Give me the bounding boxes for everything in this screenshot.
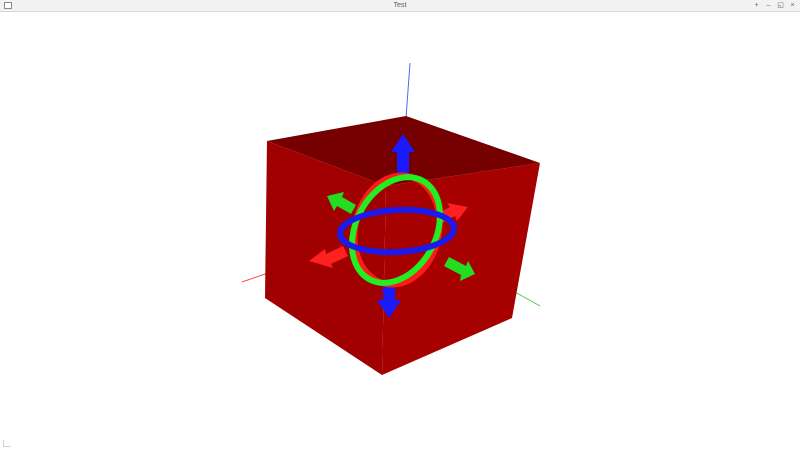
y-axis-line — [514, 291, 541, 307]
resize-grip[interactable] — [3, 440, 10, 447]
z-axis-line — [405, 62, 411, 119]
window-title: Test — [393, 2, 407, 9]
scene-canvas[interactable] — [0, 12, 800, 450]
pin-button[interactable]: + — [752, 0, 761, 12]
window-controls: + – ◱ × — [752, 0, 797, 12]
minimize-button[interactable]: – — [764, 0, 773, 12]
3d-viewport[interactable] — [0, 12, 800, 450]
x-axis-line — [241, 272, 269, 283]
window-titlebar: Test + – ◱ × — [0, 0, 800, 12]
maximize-button[interactable]: ◱ — [776, 0, 785, 12]
close-button[interactable]: × — [788, 0, 797, 12]
